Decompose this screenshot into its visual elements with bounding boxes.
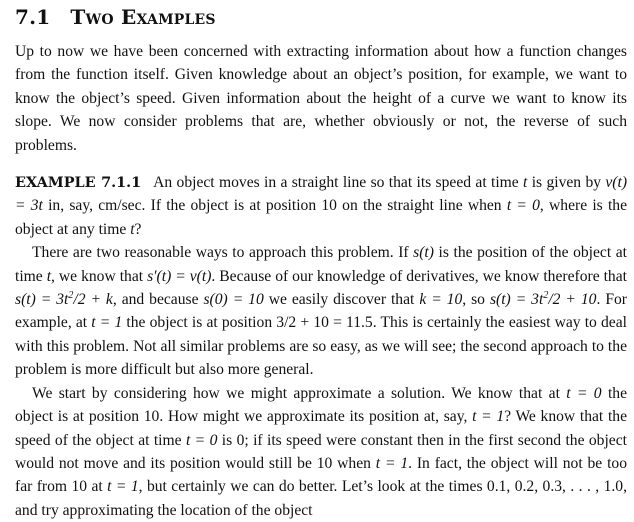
section-title: TWO EXAMPLES xyxy=(70,5,216,29)
intro-paragraph: Up to now we have been concerned with ex… xyxy=(15,43,627,154)
section-heading: 7.1 TWO EXAMPLES xyxy=(15,5,627,32)
approach-paragraph: There are two reasonable ways to approac… xyxy=(15,244,627,379)
example-label: EXAMPLE 7.1.1 xyxy=(15,174,142,192)
section-number: 7.1 xyxy=(15,5,51,29)
approximation-paragraph: We start by considering how we might app… xyxy=(15,384,627,519)
textbook-page: 7.1 TWO EXAMPLES Up to now we have been c… xyxy=(15,0,627,522)
example-paragraph: EXAMPLE 7.1.1 An object moves in a straig… xyxy=(15,174,628,238)
